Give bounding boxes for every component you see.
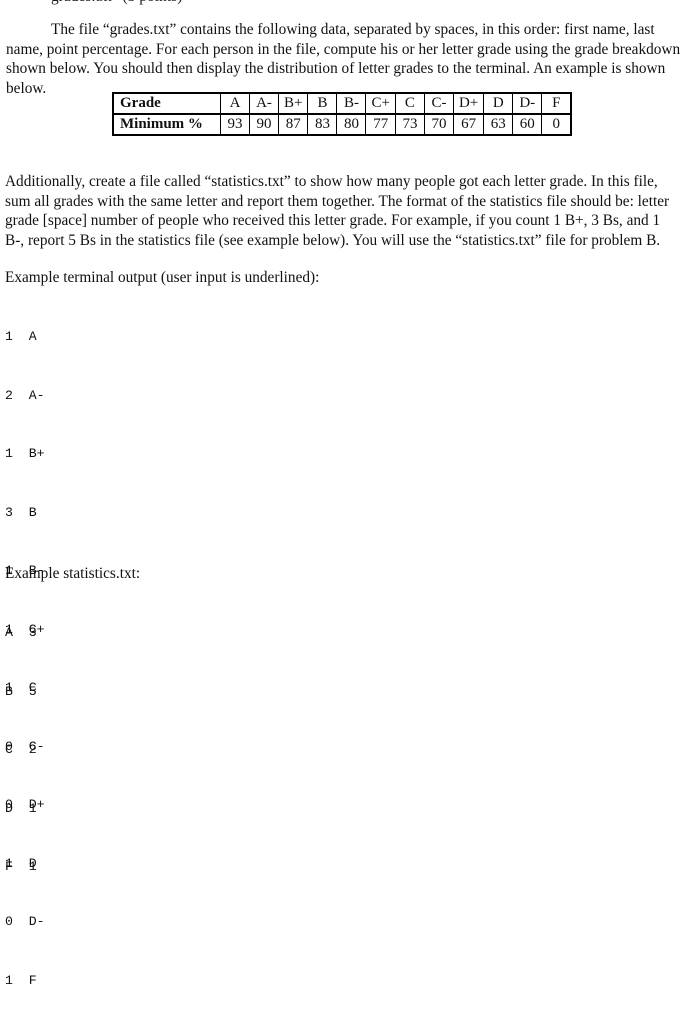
table-row-grade: Grade A A- B+ B B- C+ C C- D+ D D- F xyxy=(112,92,573,115)
table-cell-minimum-7: 70 xyxy=(423,113,454,136)
table-cell-minimum-6: 73 xyxy=(394,113,425,136)
table-cell-grade-9: D xyxy=(483,92,514,115)
table-cell-minimum-10: 60 xyxy=(512,113,543,136)
table-cell-grade-4: B- xyxy=(336,92,367,115)
terminal-output-line: 2 A- xyxy=(5,387,45,403)
table-cell-minimum-1: 90 xyxy=(249,113,279,136)
table-cell-minimum-0: 93 xyxy=(220,113,250,136)
table-cell-grade-8: D+ xyxy=(452,92,485,115)
terminal-example-heading: Example terminal output (user input is u… xyxy=(5,269,320,286)
table-cell-minimum-11: 0 xyxy=(541,113,573,136)
table-row-label-minimum: Minimum % xyxy=(112,113,221,136)
table-row-minimum: Minimum % 93 90 87 83 80 77 73 70 67 63 … xyxy=(112,113,573,136)
grade-breakdown-table: Grade A A- B+ B B- C+ C C- D+ D D- F Min… xyxy=(112,92,573,136)
statistics-output-line: A 3 xyxy=(5,625,37,640)
table-cell-grade-1: A- xyxy=(249,92,279,115)
statistics-output-line: F 1 xyxy=(5,859,37,874)
additional-paragraph: Additionally, create a file called “stat… xyxy=(5,173,670,249)
table-cell-grade-5: C+ xyxy=(365,92,396,115)
clipped-heading-line: grades.txt” (5 points) xyxy=(6,0,606,6)
table-row-label-grade: Grade xyxy=(112,92,221,115)
table-cell-grade-7: C- xyxy=(423,92,454,115)
terminal-output-line: 1 F xyxy=(5,972,37,988)
intro-paragraph: The file “grades.txt” contains the follo… xyxy=(6,21,681,97)
table-cell-minimum-4: 80 xyxy=(336,113,367,136)
statistics-output-line: D 1 xyxy=(5,800,37,816)
statistics-output-block: A 3 B 5 C 2 D 1 F 1 xyxy=(5,584,37,916)
statistics-example-heading: Example statistics.txt: xyxy=(5,565,141,582)
table-cell-minimum-3: 83 xyxy=(307,113,338,136)
terminal-output-line: 3 B xyxy=(5,504,37,520)
table-cell-grade-10: D- xyxy=(512,92,543,115)
table-cell-grade-3: B xyxy=(307,92,338,115)
table-cell-grade-0: A xyxy=(220,92,250,115)
table-cell-minimum-8: 67 xyxy=(452,113,485,136)
terminal-output-line: 1 A xyxy=(5,329,37,344)
table-cell-minimum-5: 77 xyxy=(365,113,396,136)
statistics-output-line: C 2 xyxy=(5,742,37,757)
table-cell-grade-11: F xyxy=(541,92,573,115)
statistics-output-line: B 5 xyxy=(5,683,37,699)
table-cell-minimum-9: 63 xyxy=(483,113,514,136)
table-cell-grade-6: C xyxy=(394,92,425,115)
terminal-output-line: 1 B+ xyxy=(5,446,45,461)
table-cell-grade-2: B+ xyxy=(277,92,309,115)
table-cell-minimum-2: 87 xyxy=(277,113,309,136)
document-page: grades.txt” (5 points) The file “grades.… xyxy=(0,0,691,988)
